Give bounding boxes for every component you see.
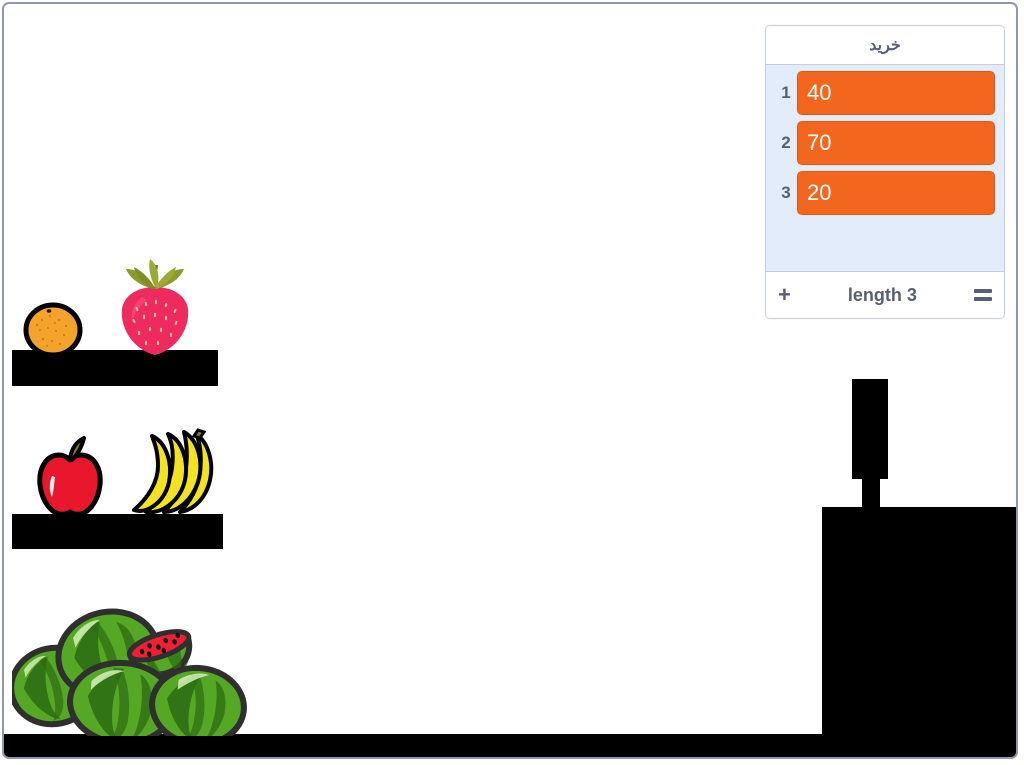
- strawberry-sprite[interactable]: [112, 257, 198, 357]
- resize-handle-bar: [974, 289, 992, 293]
- ground-platform: [4, 734, 1016, 757]
- list-item-index: 3: [781, 183, 791, 202]
- bananas-sprite[interactable]: [124, 426, 224, 518]
- tower-pole: [862, 474, 880, 514]
- list-footer: + length 3: [766, 271, 1004, 318]
- list-item-value[interactable]: 70: [797, 121, 995, 165]
- apple-sprite[interactable]: [32, 436, 108, 520]
- resize-handle-icon[interactable]: [974, 287, 992, 303]
- list-item-index: 1: [781, 83, 791, 102]
- list-item[interactable]: 1 40: [775, 71, 995, 115]
- list-title: خرید: [766, 26, 1004, 65]
- add-item-button[interactable]: +: [778, 284, 791, 306]
- list-length-label: length 3: [847, 284, 917, 305]
- list-item[interactable]: 2 70: [775, 121, 995, 165]
- list-item[interactable]: 3 20: [775, 171, 995, 215]
- screen: خرید 1 40 2 70 3 20 + length 3: [0, 0, 1024, 765]
- list-rows-container[interactable]: 1 40 2 70 3 20: [766, 65, 1004, 271]
- list-monitor[interactable]: خرید 1 40 2 70 3 20 + length 3: [765, 25, 1005, 319]
- tower-base-block: [822, 507, 1016, 737]
- list-item-index: 2: [781, 133, 791, 152]
- list-item-value[interactable]: 20: [797, 171, 995, 215]
- game-stage[interactable]: خرید 1 40 2 70 3 20 + length 3: [2, 2, 1018, 759]
- resize-handle-bar: [974, 297, 992, 301]
- watermelons-sprite[interactable]: [8, 606, 250, 748]
- orange-sprite[interactable]: [22, 300, 84, 358]
- tower-head-block: [852, 379, 888, 479]
- list-item-value[interactable]: 40: [797, 71, 995, 115]
